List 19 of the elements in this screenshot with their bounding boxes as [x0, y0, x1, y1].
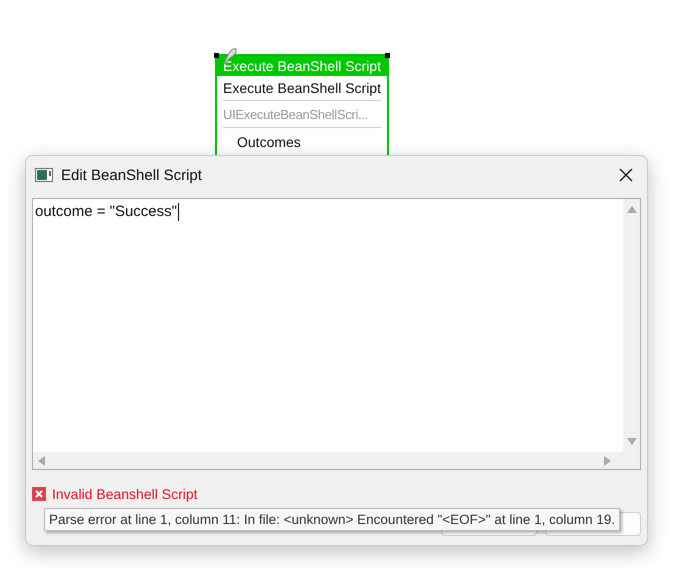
scroll-right-icon[interactable] [604, 456, 612, 466]
resize-handle[interactable] [214, 53, 219, 58]
text-cursor [178, 203, 179, 221]
node-class-name: UIExecuteBeanShellScri... [223, 101, 381, 128]
error-tooltip: Parse error at line 1, column 11: In file: <unknown> Encountered "<EOF>" at line 1, column 19. [44, 508, 620, 531]
window-title: Edit BeanShell Script [61, 166, 203, 184]
node-name: Execute BeanShell Script [223, 76, 381, 101]
window-icon [35, 168, 53, 182]
scroll-left-icon[interactable] [37, 456, 45, 466]
scroll-up-icon[interactable] [626, 205, 636, 213]
script-text: outcome = "Success" [35, 203, 177, 220]
error-message: Invalid Beanshell Script [52, 486, 198, 502]
script-editor[interactable]: outcome = "Success" [32, 198, 641, 470]
node-section-label: Outcomes [236, 133, 302, 150]
error-icon [32, 487, 46, 501]
node-title: Execute BeanShell Script [217, 56, 387, 76]
scroll-down-icon[interactable] [626, 438, 636, 446]
resize-handle[interactable] [385, 53, 390, 58]
close-icon [619, 168, 633, 182]
